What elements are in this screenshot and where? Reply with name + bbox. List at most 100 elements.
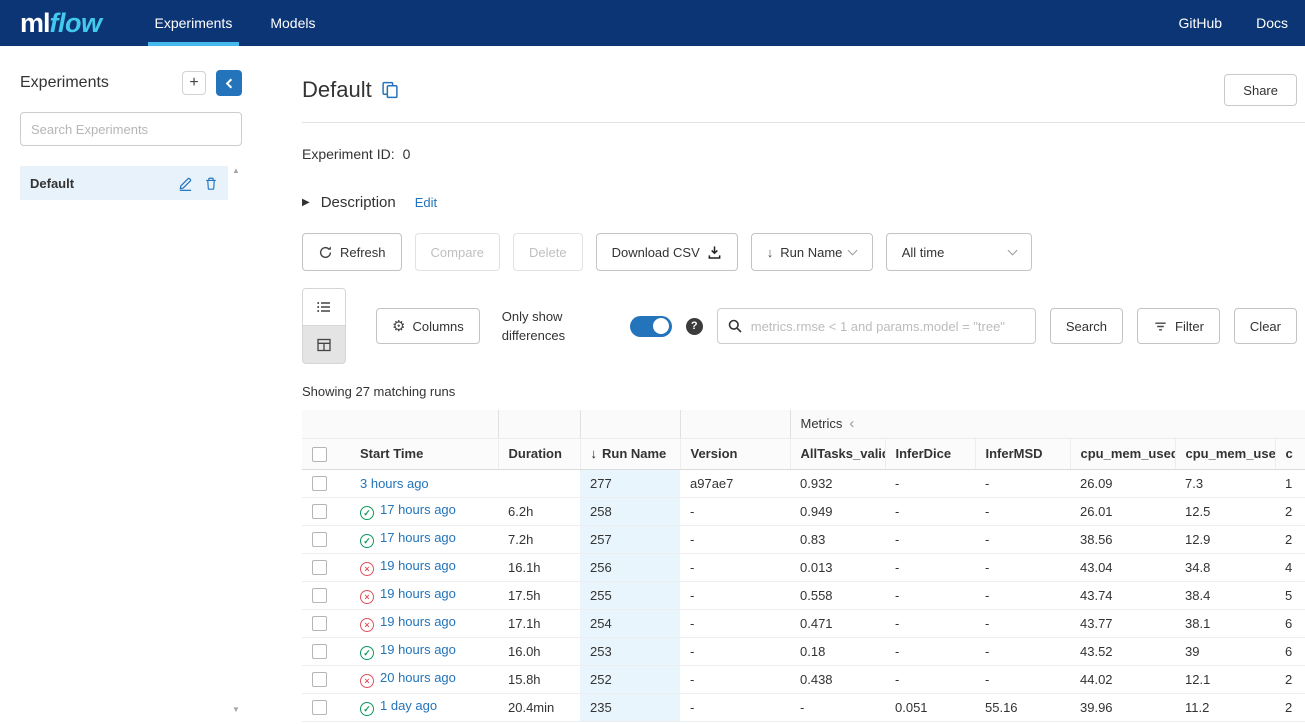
runs-search-input[interactable] (716, 308, 1036, 344)
delete-button[interactable]: Delete (513, 233, 583, 271)
metrics-group-header[interactable]: Metrics ‹ (790, 410, 1305, 439)
status-failed-icon: × (360, 562, 374, 577)
metric-cell: 2 (1275, 693, 1305, 722)
experiments-sidebar: Experiments + Default ▲ ▼ (0, 46, 262, 724)
row-checkbox[interactable] (312, 560, 327, 576)
search-button[interactable]: Search (1049, 308, 1124, 344)
table-row: × 20 hours ago 15.8h 252-0.438- -44.02 12.1 2 (302, 665, 1305, 694)
duration-cell: 15.8h (498, 665, 580, 694)
metric-cell: 0.18 (790, 637, 885, 666)
column-header-version[interactable]: Version (680, 438, 791, 470)
download-csv-button[interactable]: Download CSV (595, 233, 738, 271)
run-start-time-link[interactable]: 19 hours ago (380, 642, 456, 657)
mlflow-logo[interactable]: ml flow (0, 0, 136, 46)
row-checkbox[interactable] (312, 476, 327, 492)
only-show-differences-toggle[interactable] (629, 315, 672, 337)
run-start-time-link[interactable]: 19 hours ago (380, 558, 456, 573)
docs-link[interactable]: Docs (1239, 0, 1305, 46)
row-checkbox[interactable] (312, 644, 327, 660)
refresh-button[interactable]: Refresh (302, 233, 402, 271)
runs-toolbar: Refresh Compare Delete Download CSV ↓ Ru… (302, 233, 1305, 271)
scroll-up-icon[interactable]: ▲ (232, 166, 240, 175)
chevron-down-icon (1007, 245, 1018, 255)
run-start-time-link[interactable]: 3 hours ago (360, 476, 429, 491)
compare-button[interactable]: Compare (414, 233, 500, 271)
select-all-checkbox[interactable] (312, 446, 327, 462)
delete-experiment-icon[interactable] (204, 176, 218, 191)
share-button[interactable]: Share (1224, 74, 1297, 106)
refresh-label: Refresh (340, 244, 386, 260)
status-failed-icon: × (360, 674, 374, 689)
sidebar-scrollbar[interactable]: ▲ ▼ (230, 166, 242, 714)
row-checkbox[interactable] (312, 700, 327, 716)
edit-description-link[interactable]: Edit (415, 195, 437, 210)
metric-cell: 5 (1275, 581, 1305, 610)
row-checkbox[interactable] (312, 616, 327, 632)
add-experiment-button[interactable]: + (182, 71, 206, 95)
column-header-metric[interactable]: c (1275, 438, 1305, 470)
metric-cell: - (975, 609, 1070, 638)
collapse-metrics-icon[interactable]: ‹ (849, 415, 854, 432)
run-start-time-link[interactable]: 19 hours ago (380, 586, 456, 601)
column-header-metric[interactable]: cpu_mem_used_ (1175, 438, 1276, 470)
version-cell: - (680, 665, 790, 694)
experiment-detail-panel: Default Share Experiment ID: 0 ▶ Descript… (262, 46, 1305, 724)
scroll-down-icon[interactable]: ▼ (232, 705, 240, 714)
row-checkbox[interactable] (312, 532, 327, 548)
run-name-cell: 235 (580, 693, 680, 722)
filter-icon (1153, 319, 1168, 334)
edit-experiment-icon[interactable] (178, 176, 193, 191)
column-header-metric[interactable]: cpu_mem_used_ (1070, 438, 1176, 470)
metric-cell: 11.2 (1175, 693, 1275, 722)
version-cell: - (680, 553, 790, 582)
expand-description-icon[interactable]: ▶ (302, 197, 310, 208)
run-start-time-link[interactable]: 1 day ago (380, 698, 437, 713)
search-experiments-input[interactable] (20, 112, 242, 146)
run-name-cell: 256 (580, 553, 680, 582)
nav-tab-experiments[interactable]: Experiments (136, 0, 252, 46)
status-failed-icon: × (360, 590, 374, 605)
run-name-cell: 255 (580, 581, 680, 610)
nav-tab-models[interactable]: Models (251, 0, 334, 46)
sort-dropdown[interactable]: ↓ Run Name (750, 233, 873, 271)
row-checkbox[interactable] (312, 672, 327, 688)
run-start-time-link[interactable]: 17 hours ago (380, 502, 456, 517)
sidebar-title: Experiments (20, 74, 109, 91)
metric-cell: 43.04 (1070, 553, 1175, 582)
column-header-metric[interactable]: AllTasks_validDic (790, 438, 886, 470)
time-filter-dropdown[interactable]: All time (885, 233, 1032, 271)
column-header-run-name[interactable]: ↓ Run Name (580, 438, 681, 470)
copy-icon[interactable] (381, 81, 399, 99)
github-link[interactable]: GitHub (1162, 0, 1240, 46)
row-checkbox[interactable] (312, 588, 327, 604)
run-start-time-link[interactable]: 19 hours ago (380, 614, 456, 629)
columns-button[interactable]: ⚙ Columns (376, 308, 480, 344)
column-header-duration[interactable]: Duration (498, 438, 581, 470)
run-start-time-link[interactable]: 17 hours ago (380, 530, 456, 545)
experiment-list-item[interactable]: Default (20, 166, 228, 200)
status-finished-icon: ✓ (360, 534, 374, 549)
collapse-sidebar-button[interactable] (216, 70, 242, 96)
row-checkbox[interactable] (312, 504, 327, 520)
duration-cell: 17.5h (498, 581, 580, 610)
table-row: ✓ 19 hours ago 16.0h 253-0.18- -43.52 39 6 (302, 637, 1305, 666)
runs-tbody: 3 hours ago 277 a97ae7 0.932- -26.09 7.3 1 ✓ 17 … (302, 469, 1305, 722)
metric-cell: - (975, 581, 1070, 610)
table-row: × 19 hours ago 17.5h 255-0.558- -43.74 38.4 5 (302, 581, 1305, 610)
column-header-metric[interactable]: InferMSD (975, 438, 1071, 470)
duration-cell (498, 469, 580, 498)
download-icon (707, 245, 722, 260)
table-view-button[interactable] (302, 326, 346, 364)
column-header-metric[interactable]: InferDice (885, 438, 976, 470)
help-icon[interactable]: ? (685, 317, 703, 335)
filter-label: Filter (1175, 318, 1204, 334)
experiments-list: Default ▲ ▼ (20, 166, 242, 718)
metric-cell: 0.013 (790, 553, 885, 582)
list-view-button[interactable] (302, 288, 346, 326)
filter-button[interactable]: Filter (1137, 308, 1220, 344)
version-cell: - (680, 693, 790, 722)
column-header-start-time[interactable]: Start Time (350, 438, 499, 470)
metric-cell: - (885, 581, 975, 610)
run-start-time-link[interactable]: 20 hours ago (380, 670, 456, 685)
clear-button[interactable]: Clear (1233, 308, 1297, 344)
